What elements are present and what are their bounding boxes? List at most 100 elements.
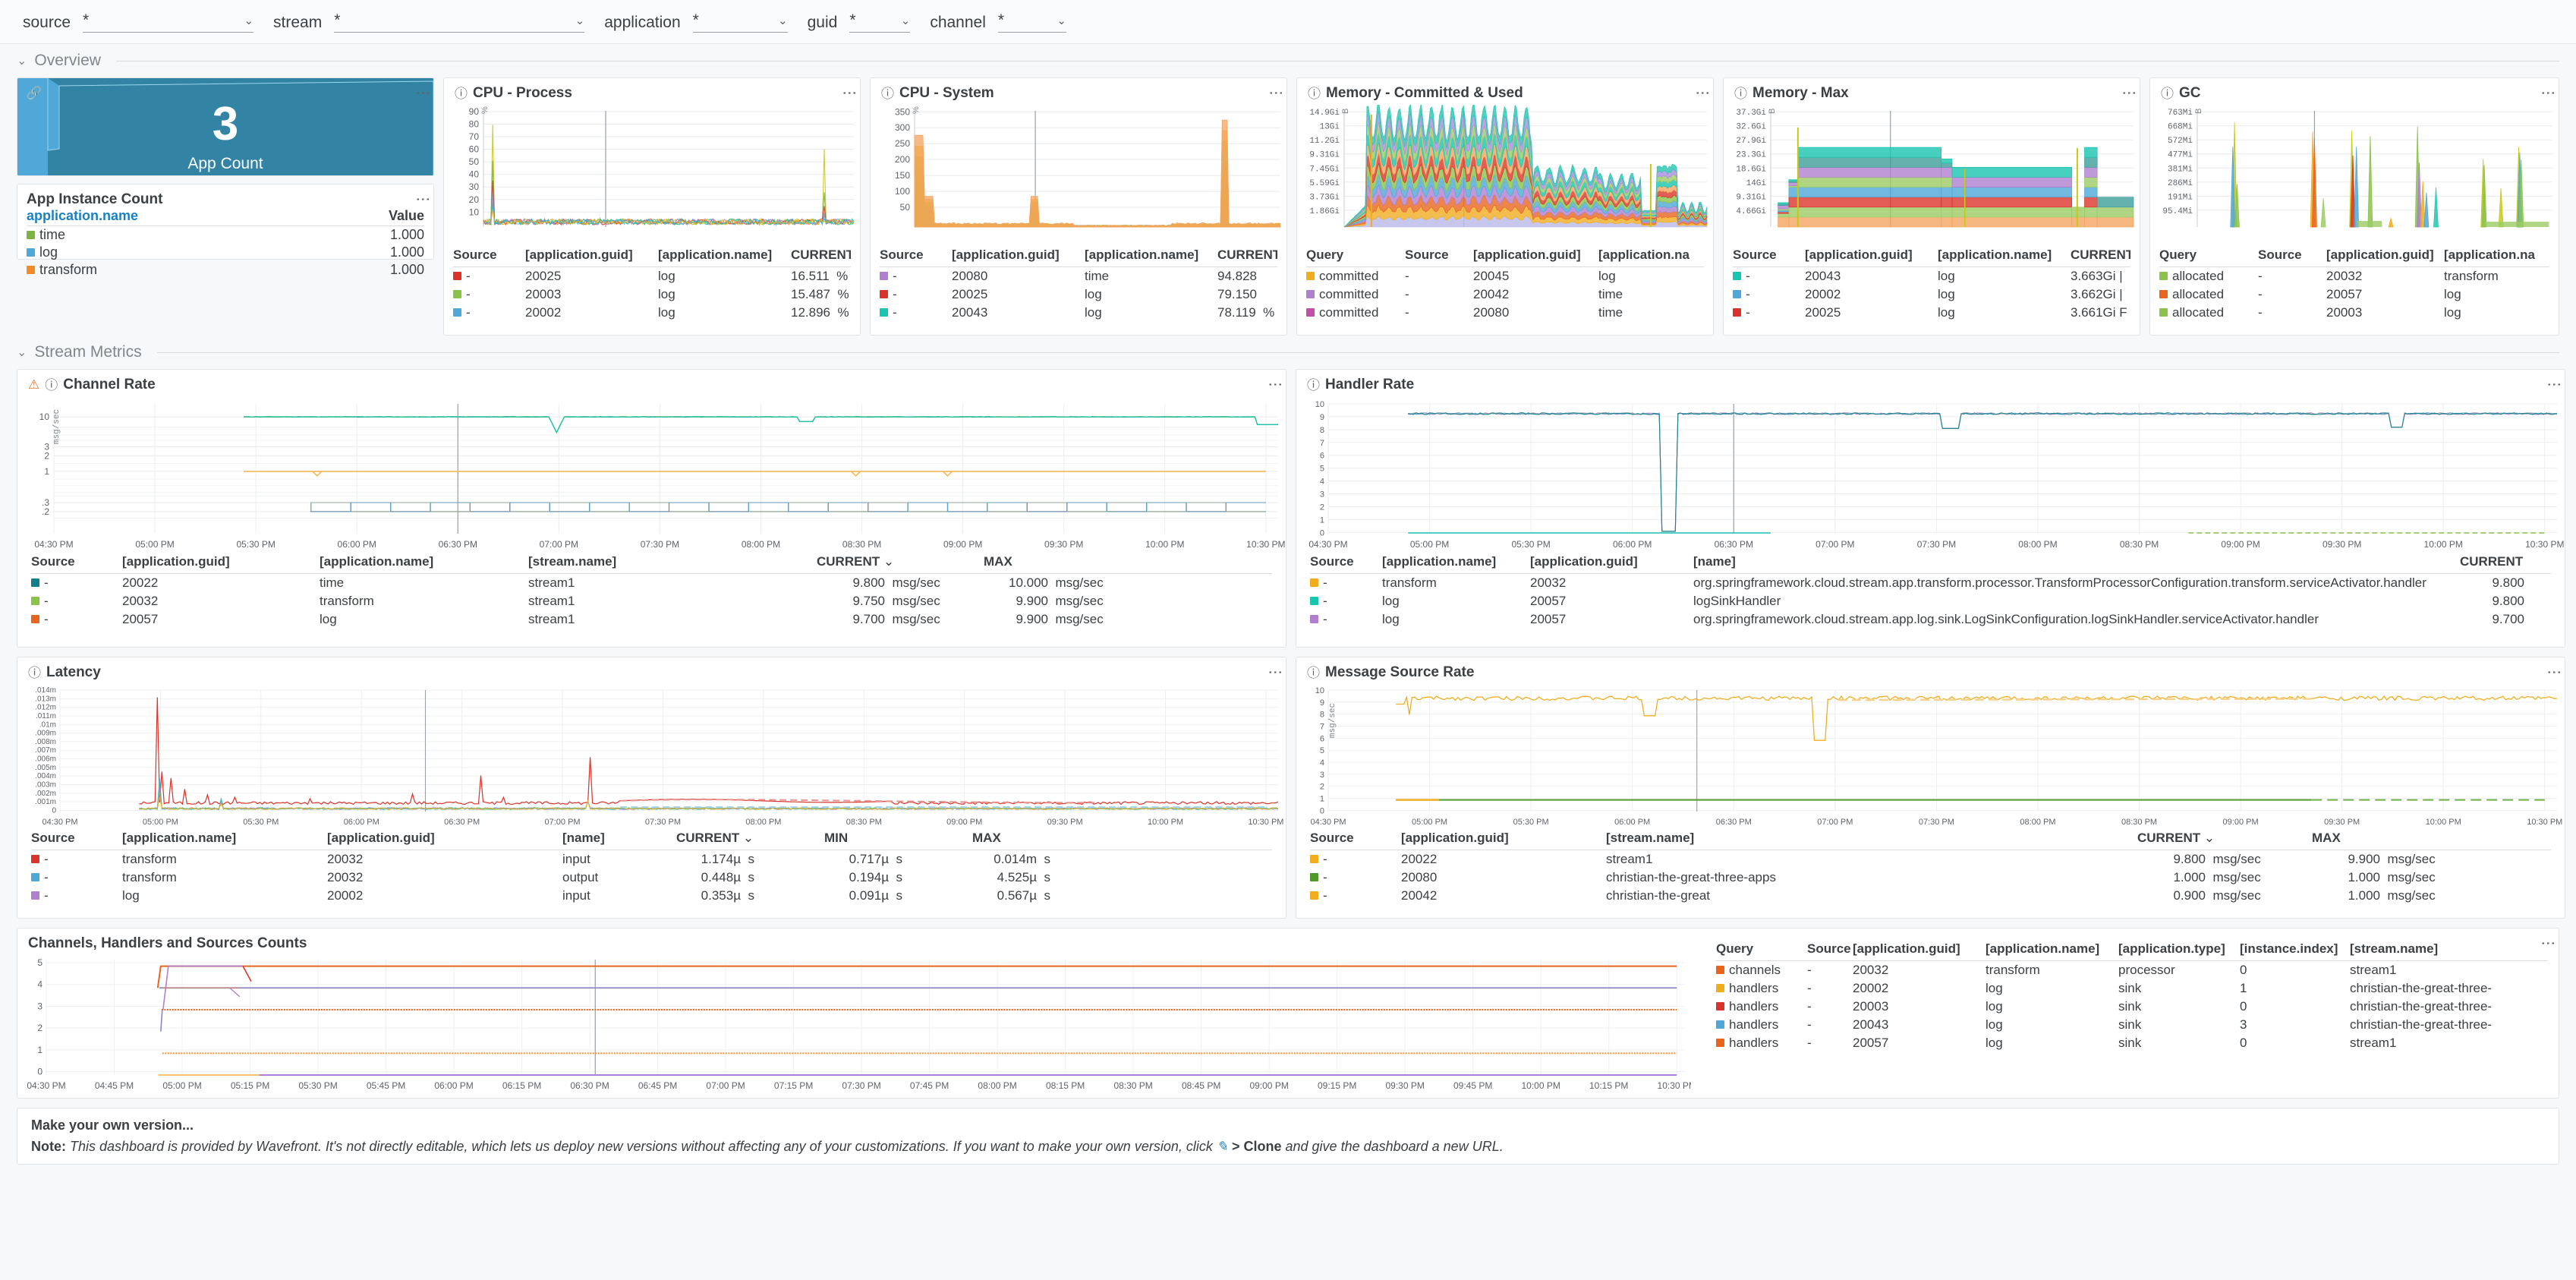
column-header[interactable]: Source (1733, 247, 1805, 263)
column-header[interactable]: [application.guid] (1530, 554, 1693, 569)
section-stream-metrics-header[interactable]: ⌄ Stream Metrics (0, 336, 2576, 369)
column-header[interactable]: [application.na (1598, 247, 1704, 263)
column-header[interactable]: [application.guid] (327, 831, 562, 846)
panel-message-source-rate[interactable]: ⓘ Message Source Rate ⋮ 10 9 8 7 6 5 4 3 2 1 0 04:3… (1296, 657, 2565, 919)
chevron-down-icon[interactable]: ⌄ (778, 14, 788, 27)
cpu-system-chart[interactable]: 3503002502001501005005:00 PM06:00 PM07:0… (871, 105, 1286, 245)
column-header[interactable]: [application.guid] (525, 247, 658, 263)
column-header[interactable]: CURRENT ⌄ (817, 554, 984, 569)
panel-counts[interactable]: Channels, Handlers and Sources Counts 5 4… (17, 928, 2559, 1099)
column-header[interactable]: [application.name] (1382, 554, 1530, 569)
column-header[interactable]: CURRENT (2460, 554, 2524, 569)
column-header[interactable]: Source (880, 247, 952, 263)
chevron-down-icon[interactable]: ⌄ (901, 14, 911, 27)
column-header[interactable]: [application.guid] (1853, 941, 1986, 957)
app-count-panel[interactable]: ⋮ 🔗 3 App Count (17, 77, 434, 176)
column-header[interactable]: Source (31, 831, 122, 846)
chevron-down-icon[interactable]: ⌄ (17, 345, 27, 360)
column-header[interactable]: MAX (984, 554, 1147, 569)
gc-chart[interactable]: 763Mi 668Mi 572Mi 477Mi 381Mi 286Mi 191Mi 95.4M… (2150, 105, 2559, 245)
panel-cpu-process[interactable]: ⓘ CPU - Process ⋮ 90807060504030201005:0… (443, 77, 861, 336)
column-header[interactable]: CURRENT ⌄ (676, 831, 824, 846)
panel-channel-rate[interactable]: ⚠ ⓘ Channel Rate ⋮ 10 3 2 1.3.2 04:30 PM 05:0… (17, 369, 1286, 648)
column-header[interactable]: Source (1310, 554, 1382, 569)
column-header[interactable]: [name] (1693, 554, 2460, 569)
info-icon[interactable]: ⓘ (1307, 379, 1320, 392)
app-instance-count-panel[interactable]: ⋮ App Instance Count application.name Va… (17, 184, 434, 277)
chevron-down-icon[interactable]: ⌄ (1057, 14, 1066, 27)
column-header[interactable]: [application.type] (2118, 941, 2240, 957)
column-header[interactable]: CURRENT (2071, 247, 2130, 263)
panel-menu-icon[interactable]: ⋮ (1267, 665, 1283, 679)
filter-stream[interactable]: stream * ⌄ (273, 11, 585, 33)
column-header[interactable]: [instance.index] (2240, 941, 2350, 957)
panel-memory-committed[interactable]: ⓘ Memory - Committed & Used ⋮ 14.9Gi 13Gi… (1296, 77, 1714, 336)
column-header[interactable]: [application.guid] (122, 554, 320, 569)
filter-source[interactable]: source * ⌄ (23, 11, 254, 33)
warning-icon[interactable]: ⚠ (28, 377, 39, 393)
info-icon[interactable]: ⓘ (45, 379, 58, 392)
handler-rate-chart[interactable]: 10 9 8 7 6 5 4 3 2 1 0 04:30 PM 05:00 PM 05:30 PM 06:0… (1296, 396, 2565, 552)
latency-chart[interactable]: .014m .013m .012m .011m .01m .009m .008m .007m.… (17, 684, 1286, 828)
column-header[interactable]: [application.name] (1986, 941, 2118, 957)
filter-channel[interactable]: channel * ⌄ (930, 11, 1066, 33)
column-header[interactable]: [application.guid] (1401, 831, 1606, 846)
memory-max-chart[interactable]: 37.3Gi 32.6Gi 27.9Gi 23.3Gi 18.6Gi 14Gi 9.31Gi… (1724, 105, 2140, 245)
filter-source-value[interactable]: * (83, 11, 89, 30)
column-header[interactable]: [application.name] (1085, 247, 1217, 263)
column-header[interactable]: Source (1807, 941, 1853, 957)
info-icon[interactable]: ⓘ (1734, 87, 1747, 100)
column-header[interactable]: CURRENT (1217, 247, 1277, 263)
column-header[interactable]: Source (453, 247, 525, 263)
column-header[interactable]: MAX (972, 831, 1120, 846)
filter-channel-value[interactable]: * (998, 11, 1004, 30)
column-header[interactable]: Source (2258, 247, 2326, 263)
message-source-rate-chart[interactable]: 10 9 8 7 6 5 4 3 2 1 0 04:30 PM 05:00 PM 05:30 PM 06:0… (1296, 684, 2565, 828)
filter-guid-value[interactable]: * (849, 11, 855, 30)
memory-committed-chart[interactable]: 14.9Gi 13Gi 11.2Gi 9.31Gi 7.45Gi 5.59Gi 3.73Gi… (1297, 105, 1713, 245)
column-header[interactable]: [application.guid] (952, 247, 1085, 263)
clone-link[interactable]: > Clone (1232, 1139, 1282, 1154)
column-header[interactable]: Query (1716, 941, 1807, 957)
column-header[interactable]: CURRENT (791, 247, 851, 263)
column-header[interactable]: [application.name] (1938, 247, 2071, 263)
info-icon[interactable]: ⓘ (1307, 667, 1320, 679)
column-header[interactable]: MIN (824, 831, 972, 846)
col-value[interactable]: Value (389, 208, 424, 224)
info-icon[interactable]: ⓘ (2161, 87, 2174, 100)
filter-application[interactable]: application * ⌄ (604, 11, 788, 33)
panel-gc[interactable]: ⓘ GC ⋮ 763Mi 668Mi 572Mi 477Mi 381Mi 286Mi 191… (2149, 77, 2559, 336)
filter-guid[interactable]: guid * ⌄ (808, 11, 911, 33)
chevron-down-icon[interactable]: ⌄ (575, 14, 585, 27)
info-icon[interactable]: ⓘ (28, 667, 41, 679)
section-overview-header[interactable]: ⌄ Overview (0, 44, 2576, 77)
cpu-process-chart[interactable]: 90807060504030201005:00 PM06:00 PM07:00 … (444, 105, 860, 245)
pencil-icon[interactable]: ✎ (1217, 1139, 1228, 1154)
panel-menu-icon[interactable]: ⋮ (2540, 86, 2556, 100)
filter-application-value[interactable]: * (693, 11, 699, 30)
panel-handler-rate[interactable]: ⓘ Handler Rate ⋮ 10 9 8 7 6 5 4 3 2 1 0 04:30 PM 05:… (1296, 369, 2565, 648)
chevron-down-icon[interactable]: ⌄ (244, 14, 254, 27)
panel-menu-icon[interactable]: ⋮ (1268, 86, 1283, 100)
info-icon[interactable]: ⓘ (455, 87, 468, 100)
panel-menu-icon[interactable]: ⋮ (1694, 86, 1710, 100)
column-header[interactable]: Source (1405, 247, 1473, 263)
filter-stream-value[interactable]: * (334, 11, 340, 30)
column-header[interactable]: Query (2159, 247, 2258, 263)
column-header[interactable]: Source (1310, 831, 1401, 846)
panel-menu-icon[interactable]: ⋮ (841, 86, 857, 100)
column-header[interactable]: [name] (562, 831, 676, 846)
panel-cpu-system[interactable]: ⓘ CPU - System ⋮ 3503002502001501005005:… (870, 77, 1287, 336)
counts-chart[interactable]: 5 4 3 2 1 0 04:30 PM 04:45 PM 05:00 PM 05:15 PM 05… (17, 955, 1708, 1093)
panel-memory-max[interactable]: ⓘ Memory - Max ⋮ 37.3Gi 32.6Gi 27.9Gi 23.3G… (1723, 77, 2140, 336)
panel-menu-icon[interactable]: ⋮ (2540, 936, 2556, 951)
panel-menu-icon[interactable]: ⋮ (414, 86, 430, 100)
column-header[interactable]: Query (1306, 247, 1405, 263)
panel-menu-icon[interactable]: ⋮ (1267, 377, 1283, 392)
column-header[interactable]: Source (31, 554, 122, 569)
info-icon[interactable]: ⓘ (1308, 87, 1321, 100)
panel-menu-icon[interactable]: ⋮ (414, 192, 430, 207)
panel-menu-icon[interactable]: ⋮ (2121, 86, 2137, 100)
column-header[interactable]: [application.guid] (2326, 247, 2444, 263)
panel-menu-icon[interactable]: ⋮ (2546, 665, 2562, 679)
